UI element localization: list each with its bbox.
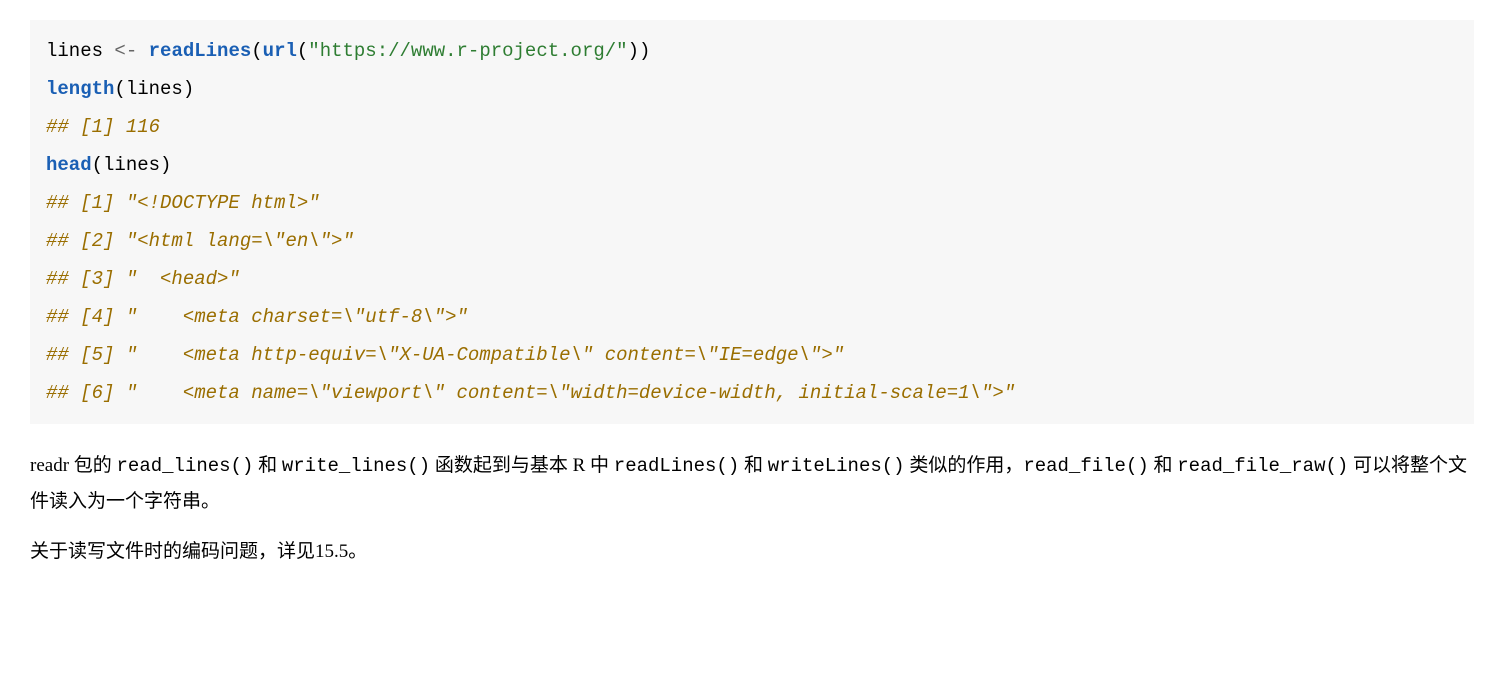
paragraph-1: readr 包的 read_lines() 和 write_lines() 函数… (30, 448, 1474, 520)
inline-code-read-file: read_file() (1023, 455, 1148, 477)
code-var: lines (46, 40, 114, 62)
text: 关于读写文件时的编码问题，详见 (30, 541, 315, 562)
code-output-line: ## [6] " <meta name=\"viewport\" content… (46, 382, 1015, 404)
code-arg: (lines) (92, 154, 172, 176)
text: 和 (253, 455, 282, 476)
code-func-head: head (46, 154, 92, 176)
code-paren: ( (297, 40, 308, 62)
code-output-line: ## [1] 116 (46, 116, 160, 138)
text: readr 包的 (30, 455, 117, 476)
code-arg: (lines) (114, 78, 194, 100)
paragraph-2: 关于读写文件时的编码问题，详见15.5。 (30, 534, 1474, 570)
code-output-line: ## [4] " <meta charset=\"utf-8\">" (46, 306, 468, 328)
inline-code-read-file-raw: read_file_raw() (1177, 455, 1348, 477)
inline-code-writelines: writeLines() (768, 455, 905, 477)
code-output-line: ## [3] " <head>" (46, 268, 240, 290)
text: 。 (348, 541, 367, 562)
code-close-paren: )) (628, 40, 651, 62)
text: 类似的作用， (905, 455, 1024, 476)
code-func-url: url (263, 40, 297, 62)
code-paren: ( (251, 40, 262, 62)
cross-reference-link[interactable]: 15.5 (315, 541, 348, 562)
code-assign-op: <- (114, 40, 148, 62)
code-func-length: length (46, 78, 114, 100)
code-block: lines <- readLines(url("https://www.r-pr… (30, 20, 1474, 424)
inline-code-write-lines: write_lines() (282, 455, 430, 477)
text: 函数起到与基本 R 中 (430, 455, 614, 476)
code-output-line: ## [1] "<!DOCTYPE html>" (46, 192, 320, 214)
code-string-url: "https://www.r-project.org/" (308, 40, 627, 62)
text: 和 (739, 455, 768, 476)
code-output-line: ## [5] " <meta http-equiv=\"X-UA-Compati… (46, 344, 844, 366)
code-output-line: ## [2] "<html lang=\"en\">" (46, 230, 354, 252)
inline-code-readlines: readLines() (614, 455, 739, 477)
code-func-readlines: readLines (149, 40, 252, 62)
inline-code-read-lines: read_lines() (117, 455, 254, 477)
text: 和 (1149, 455, 1178, 476)
